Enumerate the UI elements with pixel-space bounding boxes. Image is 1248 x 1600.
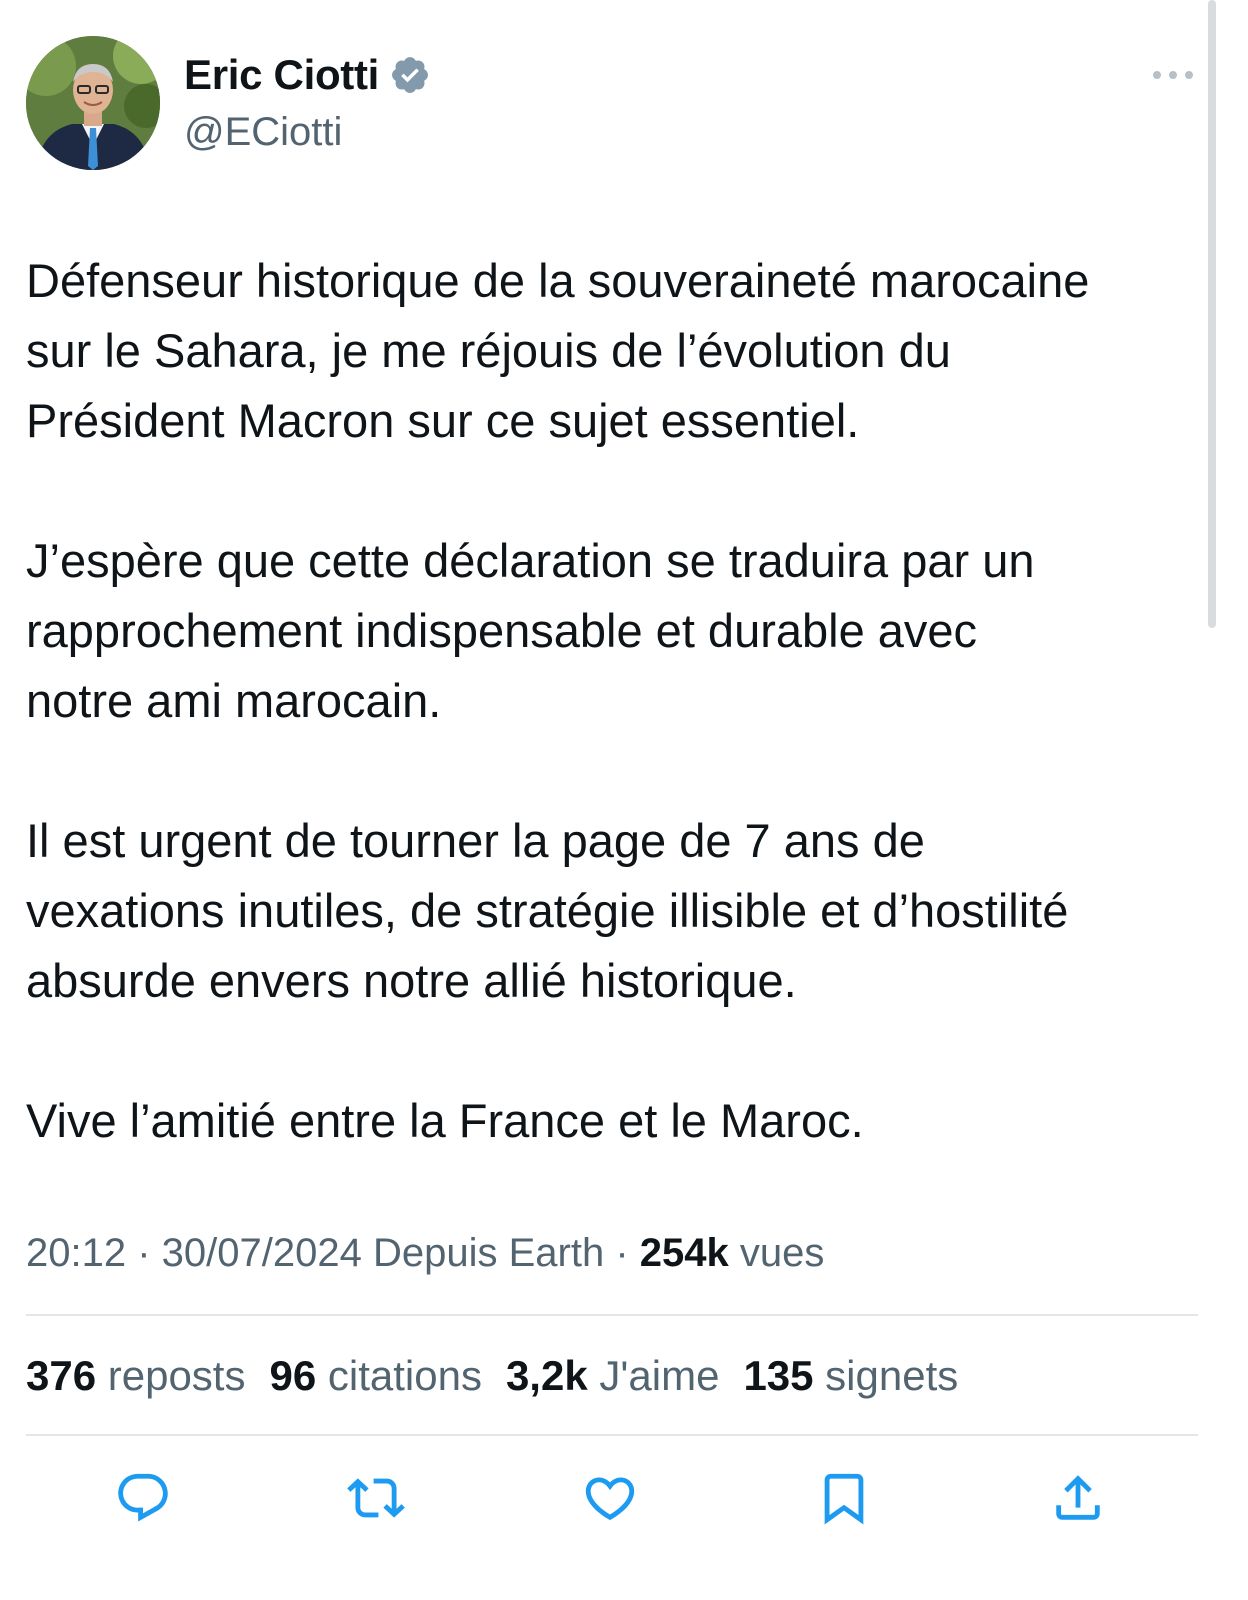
tweet-paragraph: Il est urgent de tourner la page de 7 an… [26,814,1069,1007]
tweet-paragraph: J’espère que cette déclaration se tradui… [26,534,1035,727]
bookmarks-count: 135 [743,1352,814,1399]
views-count: 254k [639,1231,729,1275]
likes-stat[interactable]: 3,2k J'aime [506,1348,719,1404]
tweet-stats: 376 reposts 96 citations 3,2k J'aime 135… [26,1348,982,1404]
verified-badge-icon [389,54,431,96]
divider [26,1434,1198,1436]
reply-icon [118,1473,168,1522]
author-handle[interactable]: @ECiotti [184,108,342,156]
author-name-row[interactable]: Eric Ciotti [184,50,431,100]
like-icon [585,1477,635,1521]
divider [26,1314,1198,1316]
like-button[interactable] [580,1468,640,1528]
quotes-label: citations [316,1352,482,1399]
meta-separator: · [126,1231,162,1275]
more-options-icon[interactable] [1148,60,1198,90]
likes-label: J'aime [587,1352,720,1399]
tweet-source: Depuis Earth [361,1231,605,1275]
quotes-stat[interactable]: 96 citations [269,1348,481,1404]
tweet-meta: 20:12 · 30/07/2024 Depuis Earth · 254k v… [26,1226,824,1280]
avatar-photo [26,36,160,170]
tweet-time[interactable]: 20:12 [26,1231,126,1275]
tweet-paragraph: Défenseur historique de la souveraineté … [26,254,1090,447]
reposts-stat[interactable]: 376 reposts [26,1348,245,1404]
bookmark-button[interactable] [814,1468,874,1528]
bookmark-icon [824,1473,864,1525]
meta-separator: · [604,1231,640,1275]
reply-button[interactable] [113,1468,173,1528]
quotes-count: 96 [269,1352,317,1399]
tweet-paragraph: Vive l’amitié entre la France et le Maro… [26,1094,864,1147]
views-label: vues [728,1231,825,1275]
tweet-text: Défenseur historique de la souveraineté … [26,246,1206,1226]
reposts-count: 376 [26,1352,97,1399]
author-name[interactable]: Eric Ciotti [184,50,379,100]
tweet-date[interactable]: 30/07/2024 [162,1231,362,1275]
bookmarks-stat[interactable]: 135 signets [743,1348,958,1404]
repost-button[interactable] [346,1468,406,1528]
bookmarks-label: signets [813,1352,959,1399]
share-button[interactable] [1048,1468,1108,1528]
reposts-label: reposts [96,1352,246,1399]
scrollbar[interactable] [1208,0,1216,628]
likes-count: 3,2k [505,1352,588,1399]
repost-icon [347,1478,405,1518]
share-icon [1056,1475,1100,1520]
avatar[interactable] [26,36,160,170]
